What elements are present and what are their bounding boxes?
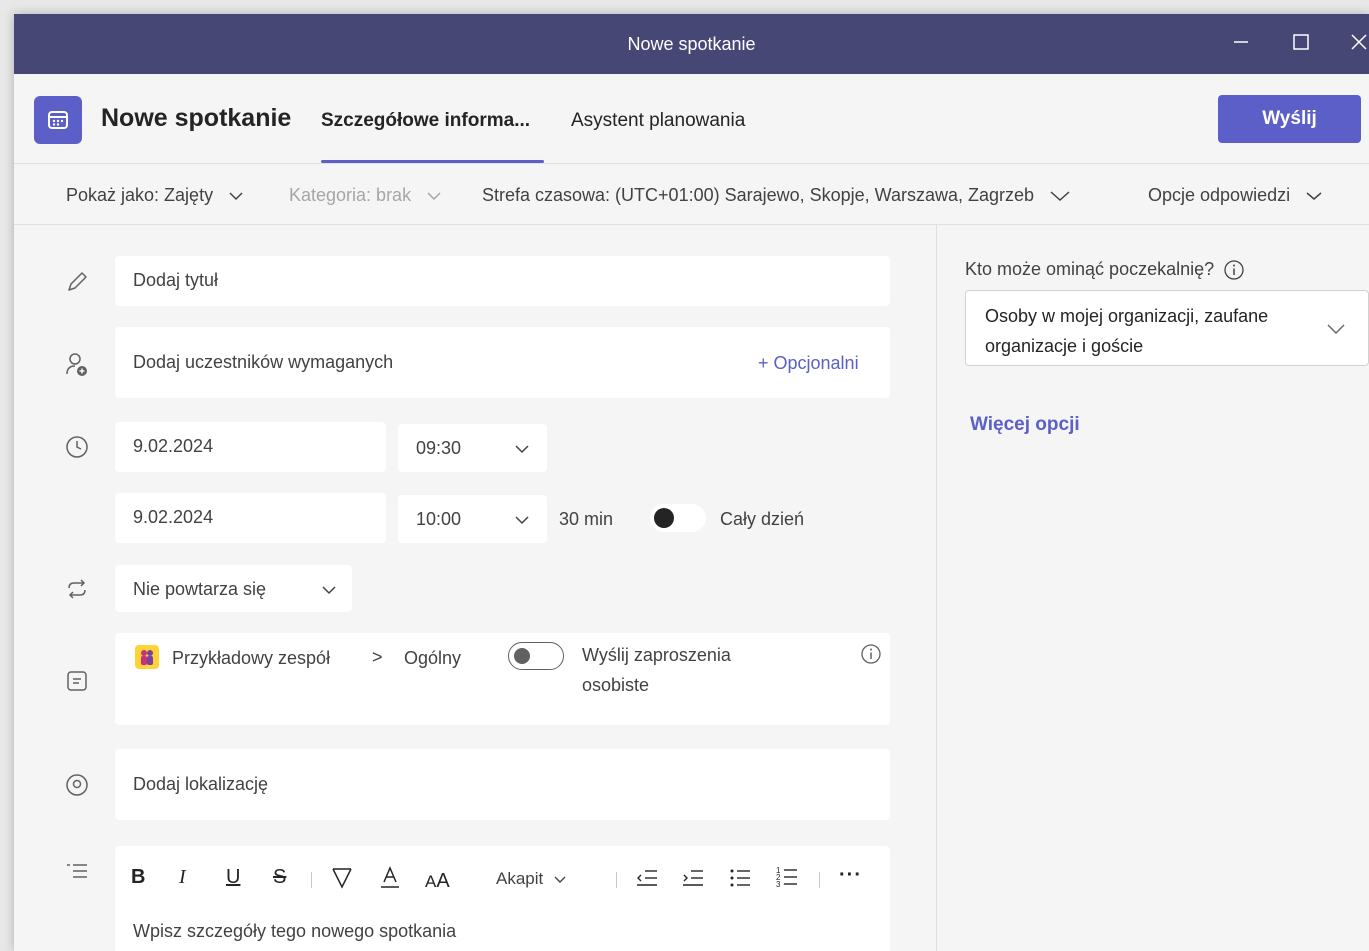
lobby-bypass-label: Kto może ominąć poczekalnię? xyxy=(965,259,1245,281)
minimize-icon[interactable] xyxy=(1226,30,1256,60)
window-title: Nowe spotkanie xyxy=(627,34,756,54)
show-as-dropdown[interactable]: Pokaż jako: Zajęty xyxy=(66,185,244,206)
end-date-value: 9.02.2024 xyxy=(133,507,214,527)
timezone-label: Strefa czasowa: (UTC+01:00) Sarajewo, Sk… xyxy=(482,185,1035,205)
response-options-label: Opcje odpowiedzi xyxy=(1148,185,1291,205)
chevron-down-icon xyxy=(229,192,243,201)
chevron-down-icon xyxy=(427,192,441,201)
end-date-picker[interactable]: 9.02.2024 xyxy=(115,493,386,543)
all-day-label: Cały dzień xyxy=(720,509,805,529)
tab-scheduling-assistant[interactable]: Asystent planowania xyxy=(571,110,745,132)
bold-icon[interactable]: B xyxy=(131,866,145,889)
chevron-down-icon xyxy=(554,876,566,883)
all-day-toggle[interactable] xyxy=(650,504,706,532)
chevron-down-icon xyxy=(1050,191,1070,202)
highlight-icon[interactable] xyxy=(330,866,354,890)
lobby-bypass-select[interactable]: Osoby w mojej organizacji, zaufane organ… xyxy=(965,290,1369,366)
add-person-icon xyxy=(64,352,90,378)
team-avatar-icon xyxy=(135,645,159,669)
toolbar-divider xyxy=(819,872,820,888)
channel-name: Ogólny xyxy=(404,648,462,668)
info-icon[interactable] xyxy=(860,643,882,665)
title-input[interactable]: Dodaj tytuł xyxy=(115,256,890,306)
active-tab-indicator xyxy=(321,160,544,163)
attendees-placeholder: Dodaj uczestników wymaganych xyxy=(133,352,394,372)
category-dropdown[interactable]: Kategoria: brak xyxy=(289,185,442,206)
font-size-icon[interactable]: AA xyxy=(425,870,450,893)
attendees-input[interactable]: Dodaj uczestników wymaganych + Opcjonaln… xyxy=(115,327,890,398)
location-icon xyxy=(64,772,90,798)
title-bar: Nowe spotkanie xyxy=(14,14,1369,74)
chevron-down-icon xyxy=(322,586,336,595)
close-icon[interactable] xyxy=(1344,30,1369,60)
info-icon[interactable] xyxy=(1223,259,1245,281)
meeting-details-editor[interactable]: Wpisz szczegóły tego nowego spotkania xyxy=(115,846,890,951)
toolbar-divider xyxy=(616,872,617,888)
start-date-value: 9.02.2024 xyxy=(133,436,214,456)
paragraph-dropdown[interactable]: Akapit xyxy=(496,869,566,889)
duration-label: 30 min xyxy=(559,509,614,529)
italic-icon[interactable]: I xyxy=(179,866,186,889)
show-as-label: Pokaż jako: Zajęty xyxy=(66,185,214,205)
start-time-value: 09:30 xyxy=(416,438,462,458)
team-name: Przykładowy zespół xyxy=(172,648,331,668)
numbered-list-icon[interactable]: 123 xyxy=(775,865,799,889)
channel-field[interactable]: Przykładowy zespół > Ogólny Wyślij zapro… xyxy=(115,633,890,725)
title-placeholder: Dodaj tytuł xyxy=(133,270,219,290)
calendar-icon xyxy=(34,96,82,144)
maximize-icon[interactable] xyxy=(1286,30,1316,60)
options-bar: Pokaż jako: Zajęty Kategoria: brak Stref… xyxy=(14,165,1369,225)
strikethrough-icon[interactable]: S xyxy=(273,866,286,889)
toolbar-divider xyxy=(311,872,312,888)
text-format-icon xyxy=(64,858,90,884)
category-label: Kategoria: brak xyxy=(289,185,412,205)
send-invites-label-line1: Wyślij zaproszenia xyxy=(582,645,731,665)
lobby-bypass-value: Osoby w mojej organizacji, zaufane organ… xyxy=(985,301,1325,361)
send-button[interactable]: Wyślij xyxy=(1218,95,1361,143)
pencil-icon xyxy=(64,269,90,295)
svg-text:3: 3 xyxy=(776,880,781,889)
panel-divider xyxy=(936,225,937,951)
lobby-bypass-value-line2: organizacje i goście xyxy=(985,336,1144,356)
chevron-down-icon xyxy=(1306,192,1322,201)
lobby-bypass-value-line1: Osoby w mojej organizacji, zaufane xyxy=(985,306,1269,326)
meeting-header: Nowe spotkanie Szczegółowe informa... As… xyxy=(14,74,1369,164)
start-time-select[interactable]: 09:30 xyxy=(398,424,547,472)
paragraph-label: Akapit xyxy=(496,869,544,888)
response-options-dropdown[interactable]: Opcje odpowiedzi xyxy=(1148,185,1323,206)
send-invites-toggle[interactable] xyxy=(508,642,564,670)
chevron-down-icon xyxy=(515,445,529,454)
breadcrumb-separator: > xyxy=(372,647,383,667)
clock-icon xyxy=(64,434,90,460)
repeat-value: Nie powtarza się xyxy=(133,579,267,599)
meeting-window: Nowe spotkanie Nowe spotkanie Szczegółow… xyxy=(14,14,1369,951)
bullet-list-icon[interactable] xyxy=(728,867,752,889)
repeat-select[interactable]: Nie powtarza się xyxy=(115,565,352,612)
channel-icon xyxy=(64,668,90,694)
chevron-down-icon xyxy=(1327,324,1345,334)
lobby-bypass-text: Kto może ominąć poczekalnię? xyxy=(965,259,1215,279)
location-input[interactable]: Dodaj lokalizację xyxy=(115,749,890,820)
font-color-icon[interactable] xyxy=(378,864,402,890)
end-time-select[interactable]: 10:00 xyxy=(398,495,547,543)
tab-details[interactable]: Szczegółowe informa... xyxy=(321,110,530,132)
increase-indent-icon[interactable] xyxy=(681,867,705,889)
repeat-icon xyxy=(64,576,90,602)
end-time-value: 10:00 xyxy=(416,509,462,529)
editor-placeholder: Wpisz szczegóły tego nowego spotkania xyxy=(133,921,457,941)
timezone-dropdown[interactable]: Strefa czasowa: (UTC+01:00) Sarajewo, Sk… xyxy=(482,185,1071,206)
location-placeholder: Dodaj lokalizację xyxy=(133,774,269,794)
send-invites-label-line2: osobiste xyxy=(582,675,650,695)
more-options-icon[interactable]: ··· xyxy=(839,864,862,887)
start-date-picker[interactable]: 9.02.2024 xyxy=(115,422,386,472)
chevron-down-icon xyxy=(515,516,529,525)
page-title: Nowe spotkanie xyxy=(101,104,292,132)
decrease-indent-icon[interactable] xyxy=(635,867,659,889)
more-options-link[interactable]: Więcej opcji xyxy=(970,414,1080,436)
optional-attendees-link[interactable]: + Opcjonalni xyxy=(758,353,859,374)
underline-icon[interactable]: U xyxy=(226,866,240,889)
